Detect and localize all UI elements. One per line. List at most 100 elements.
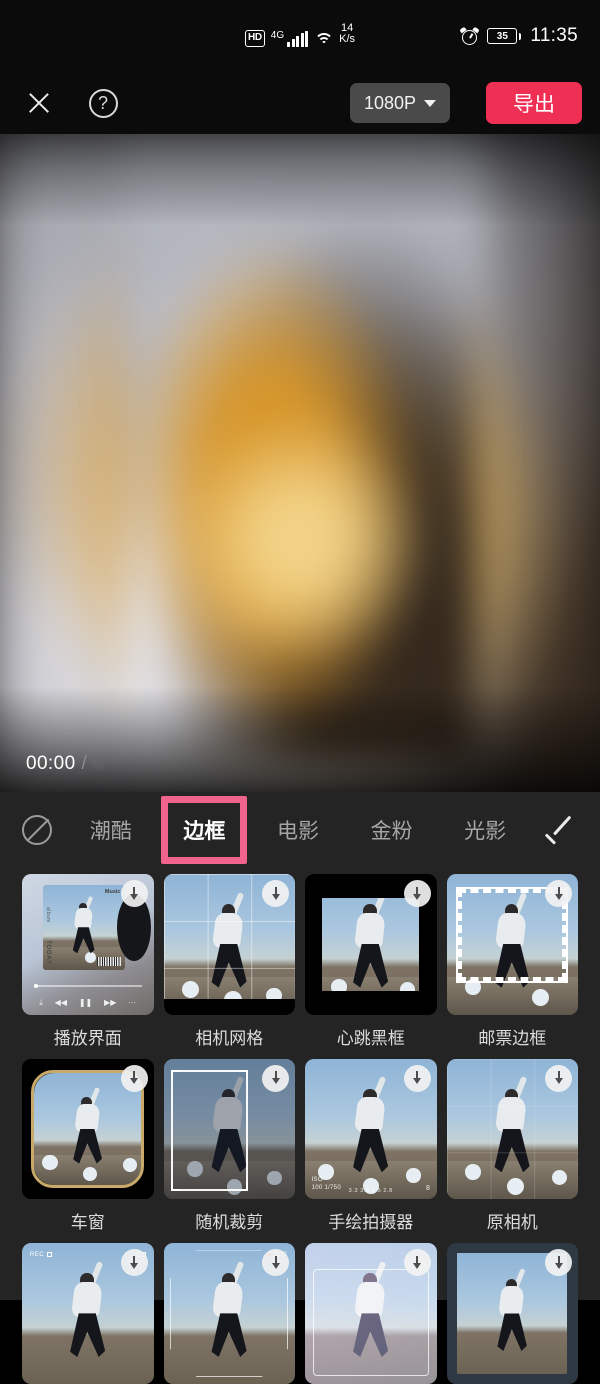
thin-frame-overlay (312, 1268, 429, 1376)
thumb-figure (350, 891, 395, 989)
thumb-figure (495, 1268, 533, 1352)
network-speed-unit: K/s (339, 33, 356, 45)
letterbox-bottom (305, 990, 437, 1015)
effect-label: 手绘拍摄器 (328, 1213, 414, 1233)
iso-label: ISO (311, 1177, 323, 1184)
alarm-clock-icon (459, 26, 480, 45)
question-mark-icon: ? (88, 88, 118, 118)
close-icon (26, 90, 52, 116)
album-music-label: Music (104, 888, 121, 895)
tab-guangying[interactable]: 光影 (464, 815, 506, 845)
help-button[interactable]: ? (82, 82, 124, 124)
effect-label: 随机裁剪 (195, 1213, 264, 1233)
next-icon: ▶▶ (104, 998, 117, 1008)
rec-label: REC (29, 1251, 45, 1258)
effect-panel: 潮酷 边框 电影 金粉 光影 Music album TODAY ⤓ ◀◀ ❚❚… (0, 792, 600, 1384)
album-card: Music album TODAY (43, 885, 125, 970)
effect-label: 播放界面 (53, 1028, 122, 1048)
download-icon[interactable] (545, 880, 572, 907)
pause-icon: ❚❚ (78, 998, 93, 1008)
video-preview[interactable]: 00:00 / 0 (0, 134, 600, 792)
network-type-label: 4G (270, 30, 285, 42)
letterbox-left (305, 874, 323, 1015)
download-icon[interactable] (262, 880, 289, 907)
battery-level: 35 (487, 28, 518, 44)
download-icon[interactable] (403, 1249, 431, 1277)
wifi-icon (314, 32, 334, 47)
resolution-label: 1080P (363, 92, 416, 113)
thumb-figure (71, 895, 99, 954)
progress-bar (33, 983, 142, 989)
effect-tab-list: 潮酷 边框 电影 金粉 光影 (52, 815, 544, 845)
aperture-scale: 3.3 3.6 4 5 2.8 (348, 1187, 393, 1194)
status-bar: HD 4G 14 K/s 35 11:35 (0, 0, 600, 72)
tab-bianku[interactable]: 边框 (183, 815, 225, 845)
download-icon[interactable] (120, 1064, 148, 1092)
effect-item-rec-frame[interactable]: REC (22, 1243, 154, 1384)
effect-label: 相机网格 (195, 1028, 264, 1048)
download-icon[interactable] (403, 880, 431, 907)
effect-thumbnail[interactable] (305, 874, 437, 1015)
resolution-selector[interactable]: 1080P (349, 83, 450, 123)
effect-item-heartbeat-frame[interactable]: 心跳黑框 (305, 874, 437, 1049)
thumb-figure (350, 1076, 395, 1174)
effect-item-random-crop[interactable]: 随机裁剪 (163, 1058, 295, 1234)
tab-chaoku[interactable]: 潮酷 (90, 815, 132, 845)
export-button[interactable]: 导出 (486, 82, 582, 124)
effect-item-viewfinder[interactable]: ISO 100 1/750 8 3.3 3.6 4 5 2.8 手绘拍摄器 (305, 1058, 437, 1234)
effect-thumbnail[interactable] (22, 1058, 154, 1200)
album-barcode (96, 957, 122, 967)
signal-bars-icon (287, 31, 309, 48)
effect-thumbnail[interactable] (446, 1243, 578, 1384)
chevron-down-icon (424, 99, 436, 107)
rec-indicator: REC (29, 1251, 53, 1258)
effect-thumbnail[interactable] (446, 1058, 578, 1200)
check-icon[interactable] (544, 813, 578, 847)
effect-thumbnail[interactable]: ISO 100 1/750 8 3.3 3.6 4 5 2.8 (305, 1058, 437, 1200)
top-toolbar: ? 1080P 导出 (0, 72, 600, 134)
download-icon[interactable] (120, 1249, 148, 1277)
more-icon: ··· (128, 998, 137, 1008)
effect-thumbnail[interactable] (163, 1058, 295, 1200)
tab-dianying[interactable]: 电影 (277, 815, 319, 845)
letterbox-bottom (163, 999, 295, 1015)
effect-item-camera-grid[interactable]: 相机网格 (163, 874, 295, 1049)
effect-thumbnail[interactable]: REC (163, 1243, 295, 1384)
ban-circle-icon[interactable] (22, 815, 52, 845)
effect-item-tablet-frame[interactable] (446, 1243, 578, 1384)
download-icon[interactable] (403, 1064, 431, 1092)
album-sub-label: album (45, 907, 52, 923)
close-button[interactable] (18, 82, 60, 124)
download-icon[interactable] (545, 1064, 572, 1092)
download-icon[interactable] (120, 880, 148, 907)
thumb-figure (67, 1261, 112, 1359)
status-bar-center: HD 4G 14 K/s (244, 22, 356, 48)
effect-item-music-player[interactable]: Music album TODAY ⤓ ◀◀ ❚❚ ▶▶ ··· 播放界面 (22, 874, 154, 1049)
effect-thumbnail[interactable]: Music album TODAY ⤓ ◀◀ ❚❚ ▶▶ ··· (22, 874, 154, 1015)
effect-label: 邮票边框 (478, 1028, 547, 1048)
effect-thumbnail[interactable] (305, 1243, 437, 1384)
download-control-icon: ⤓ (39, 997, 43, 1007)
playback-time-row: 00:00 / 0 (0, 736, 600, 792)
effect-thumbnail[interactable]: REC (22, 1243, 154, 1384)
hd-icon: HD (244, 30, 265, 48)
effect-label: 心跳黑框 (336, 1028, 405, 1048)
crop-rect-overlay[interactable] (171, 1069, 248, 1191)
thumb-ball (464, 979, 481, 996)
tab-jinfen[interactable]: 金粉 (371, 815, 413, 845)
effect-thumbnail[interactable] (446, 874, 578, 1015)
effect-item-original-camera[interactable]: 原相机 (446, 1058, 578, 1234)
effect-thumbnail[interactable] (163, 874, 295, 1015)
clock-time: 11:35 (530, 25, 578, 46)
download-icon[interactable] (262, 1064, 289, 1092)
album-title-label: TODAY (45, 940, 53, 965)
thumb-ball (406, 1168, 421, 1183)
effect-item-rec-bracket[interactable]: REC (163, 1243, 295, 1384)
status-bar-right: 35 11:35 (355, 25, 578, 47)
effect-item-purple-frame[interactable] (305, 1243, 437, 1384)
player-controls: ⤓ ◀◀ ❚❚ ▶▶ ··· (22, 998, 154, 1008)
effect-item-car-window[interactable]: 车窗 (22, 1058, 154, 1234)
effect-item-stamp-frame[interactable]: 邮票边框 (446, 874, 578, 1049)
preview-video-frame (122, 144, 478, 764)
battery-icon: 35 (487, 28, 522, 44)
